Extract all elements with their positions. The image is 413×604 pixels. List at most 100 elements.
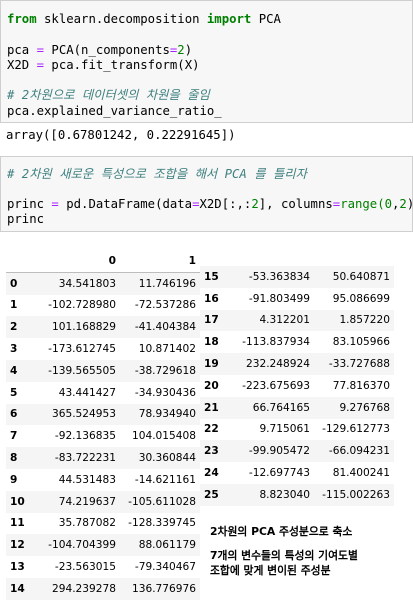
- table-cell: 10.871402: [138, 343, 196, 356]
- table-cell: 4.312201: [259, 314, 310, 327]
- table-cell: 43.441427: [58, 386, 116, 399]
- table-row: 24 -12.697743 81.400241: [200, 462, 394, 484]
- row-index: 11: [10, 517, 25, 530]
- table-cell: 30.360844: [138, 452, 196, 465]
- row-index: 16: [204, 292, 219, 305]
- code-line-1: from sklearn.decomposition import PCA: [7, 12, 281, 26]
- table-cell: 78.934940: [138, 408, 196, 421]
- code-line-4: princ: [7, 212, 45, 226]
- table-row: 25 8.823040 -115.002263: [200, 483, 394, 506]
- table-row: 7 -92.136835 104.015408: [6, 425, 200, 447]
- table-row: 18 -113.837934 83.105966: [200, 331, 394, 353]
- table-cell: 104.015408: [131, 430, 196, 443]
- table-cell: -79.340467: [134, 561, 196, 574]
- row-index: 10: [10, 495, 25, 508]
- table-row: 19 232.248924 -33.727688: [200, 353, 394, 375]
- table-cell: 1.857220: [339, 314, 390, 327]
- table-row: 17 4.312201 1.857220: [200, 309, 394, 332]
- row-index: 4: [10, 364, 18, 377]
- table-cell: 9.715061: [259, 423, 310, 436]
- table-header-row: 0 1: [6, 250, 200, 273]
- table-cell: 77.816370: [332, 379, 390, 392]
- code-comment-2: # 2차원 새로운 특성으로 조합을 해서 PCA 를 틀리자: [7, 167, 307, 181]
- table-cell: -41.404384: [134, 321, 196, 334]
- table-row: 16 -91.803499 95.086699: [200, 288, 394, 310]
- table-row: 12 -104.704399 88.061179: [6, 534, 200, 557]
- table-row: 4 -139.565505 -38.729618: [6, 359, 200, 382]
- table-cell: -34.930436: [134, 386, 196, 399]
- table-cell: 74.219637: [58, 495, 116, 508]
- table-cell: -33.727688: [328, 358, 390, 371]
- table-row: 9 44.531483 -14.621161: [6, 469, 200, 491]
- table-cell: -105.611028: [128, 495, 196, 508]
- table-cell: 95.086699: [332, 292, 390, 305]
- row-index: 2: [10, 321, 18, 334]
- row-index: 0: [10, 277, 18, 290]
- row-index: 20: [204, 379, 219, 392]
- note-component-line-1: 7개의 변수들의 특성의 기여도별: [210, 549, 358, 562]
- table-cell: -12.697743: [248, 467, 310, 480]
- table-cell: 9.276768: [339, 401, 390, 414]
- code-line-7: pca.explained_variance_ratio_: [7, 104, 222, 118]
- table-cell: 88.061179: [138, 539, 196, 552]
- table-row: 6 365.524953 78.934940: [6, 403, 200, 426]
- table-row: 20 -223.675693 77.816370: [200, 375, 394, 397]
- table-cell: -53.363834: [248, 270, 310, 283]
- table-cell: -115.002263: [322, 488, 390, 501]
- table-row: 21 66.764165 9.276768: [200, 396, 394, 419]
- table-cell: -23.563015: [54, 561, 116, 574]
- table-cell: 66.764165: [252, 401, 310, 414]
- row-index: 7: [10, 430, 18, 443]
- table-row: 13 -23.563015 -79.340467: [6, 556, 200, 578]
- table-cell: 8.823040: [259, 488, 310, 501]
- table-row: 5 43.441427 -34.930436: [6, 382, 200, 404]
- table-row: 14 294.239278 136.776976: [6, 577, 200, 600]
- table-cell: -102.728980: [48, 299, 116, 312]
- row-index: 25: [204, 488, 219, 501]
- table-cell: -223.675693: [242, 379, 310, 392]
- table-cell: 365.524953: [51, 408, 116, 421]
- note-component-line-2: 조합에 맞게 변이된 주성분: [210, 564, 331, 577]
- table-cell: 34.541803: [58, 277, 116, 290]
- table-row: 1 -102.728980 -72.537286: [6, 295, 200, 317]
- dataframe-table-left: 0 1 0 34.541803 11.746196 1 -102.728980 -72.5…: [6, 250, 200, 600]
- table-row: 10 74.219637 -105.611028: [6, 490, 200, 513]
- table-cell: -92.136835: [54, 430, 116, 443]
- code-cell-2[interactable]: # 2차원 새로운 특성으로 조합을 해서 PCA 를 틀리자 princ = …: [0, 156, 413, 232]
- table-cell: 136.776976: [131, 582, 196, 595]
- column-header-index: [6, 250, 32, 273]
- code-line-4: X2D = pca.fit_transform(X): [7, 58, 200, 72]
- table-row: 15 -53.363834 50.640871: [200, 266, 394, 288]
- table-row: 8 -83.722231 30.360844: [6, 447, 200, 469]
- note-pca-reduction: 2차원의 PCA 주성분으로 축소: [210, 525, 353, 538]
- table-row: 3 -173.612745 10.871402: [6, 338, 200, 360]
- table-cell: -173.612745: [48, 343, 116, 356]
- table-cell: -38.729618: [134, 364, 196, 377]
- table-cell: 83.105966: [332, 336, 390, 349]
- column-header-0: 0: [32, 250, 120, 273]
- code-line-3: pca = PCA(n_components=2): [7, 43, 193, 57]
- table-cell: 44.531483: [58, 473, 116, 486]
- dataframe-table-right: 15 -53.363834 50.640871 16 -91.803499 95.0866…: [200, 266, 394, 506]
- output-array: array([0.67801242, 0.22291645]): [6, 128, 236, 142]
- table-cell: 50.640871: [332, 270, 390, 283]
- row-index: 18: [204, 336, 219, 349]
- row-index: 1: [10, 299, 18, 312]
- table-cell: 294.239278: [51, 582, 116, 595]
- table-cell: -129.612773: [322, 423, 390, 436]
- table-cell: -128.339745: [128, 517, 196, 530]
- table-row: 23 -99.905472 -66.094231: [200, 440, 394, 463]
- table-cell: 11.746196: [138, 277, 196, 290]
- table-cell: 101.168829: [51, 321, 116, 334]
- row-index: 8: [10, 452, 18, 465]
- table-cell: -104.704399: [48, 539, 116, 552]
- row-index: 3: [10, 343, 18, 356]
- row-index: 22: [204, 423, 219, 436]
- row-index: 17: [204, 314, 219, 327]
- row-index: 21: [204, 401, 219, 414]
- table-cell: -83.722231: [54, 452, 116, 465]
- row-index: 13: [10, 561, 25, 574]
- code-line-3: princ = pd.DataFrame(data=X2D[:,:2], col…: [7, 197, 413, 211]
- code-cell-1[interactable]: from sklearn.decomposition import PCA pc…: [0, 0, 413, 123]
- row-index: 5: [10, 386, 18, 399]
